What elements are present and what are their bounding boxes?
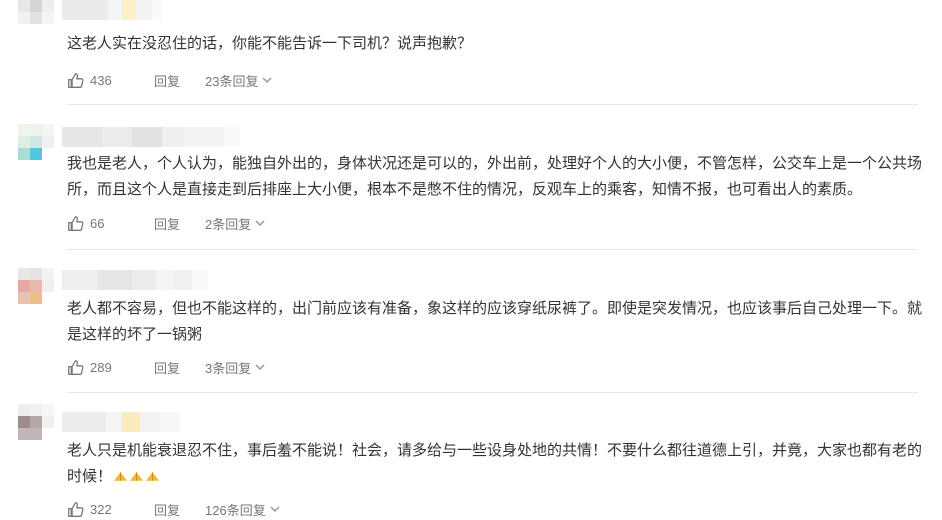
reply-button[interactable]: 回复 [154,214,205,233]
like-count: 66 [90,215,105,231]
comment-actions: 289 回复 3条回复 [67,357,265,377]
divider [67,249,918,250]
folded-hands-emoji [145,472,160,481]
comment-text: 这老人实在没忍住的话，你能不能告诉一下司机？说声抱歉？ [67,35,473,52]
divider [67,392,918,393]
reply-button[interactable]: 回复 [154,500,205,519]
comment-item: 老人只是机能衰退忍不住，事后羞不能说！社会，请多给与一些设身处地的共情！不要什么… [0,404,942,520]
replies-count: 126条回复 [205,502,266,518]
chevron-down-icon [262,77,272,84]
avatar[interactable] [18,404,54,440]
comment-text: 老人只是机能衰退忍不住，事后羞不能说！社会，请多给与一些设身处地的共情！不要什么… [67,438,927,490]
like-count: 289 [90,359,112,375]
chevron-down-icon [270,506,280,513]
comment-text: 老人都不容易，但也不能这样的，出门前应该有准备，象这样的应该穿纸尿裤了。即使是突… [67,300,923,343]
like-count: 436 [90,72,112,88]
emoji-group [112,468,160,485]
folded-hands-emoji [129,472,144,481]
replies-count: 23条回复 [205,73,259,89]
avatar[interactable] [18,0,54,36]
view-replies-button[interactable]: 3条回复 [205,358,265,377]
replies-count: 3条回复 [205,360,252,376]
reply-button[interactable]: 回复 [154,71,205,90]
thumbs-up-icon [68,359,84,375]
username-blurred[interactable] [62,0,162,20]
folded-hands-emoji [113,472,128,481]
avatar[interactable] [18,268,54,304]
thumbs-up-icon [68,215,84,231]
like-button[interactable]: 436 [67,72,154,89]
comment-text-content: 老人只是机能衰退忍不住，事后羞不能说！社会，请多给与一些设身处地的共情！不要什么… [67,442,923,485]
reply-button[interactable]: 回复 [154,358,205,377]
comment-item: 我也是老人，个人认为，能独自外出的，身体状况还是可以的，外出前，处理好个人的大小… [0,124,942,249]
chevron-down-icon [255,220,265,227]
comment-text: 我也是老人，个人认为，能独自外出的，身体状况还是可以的，外出前，处理好个人的大小… [67,155,923,198]
view-replies-button[interactable]: 126条回复 [205,500,280,519]
avatar[interactable] [18,124,54,160]
username-blurred[interactable] [62,412,180,432]
view-replies-button[interactable]: 23条回复 [205,71,272,90]
like-button[interactable]: 289 [67,359,154,376]
comment-item: 老人都不容易，但也不能这样的，出门前应该有准备，象这样的应该穿纸尿裤了。即使是突… [0,268,942,393]
thumbs-up-icon [68,501,84,517]
comment-actions: 322 回复 126条回复 [67,499,280,519]
replies-count: 2条回复 [205,216,252,232]
username-blurred[interactable] [62,127,240,147]
like-count: 322 [90,501,112,517]
view-replies-button[interactable]: 2条回复 [205,214,265,233]
like-button[interactable]: 66 [67,215,154,232]
comment-actions: 66 回复 2条回复 [67,213,265,233]
like-button[interactable]: 322 [67,501,154,518]
comment-actions: 436 回复 23条回复 [67,70,272,90]
thumbs-up-icon [68,72,84,88]
comment-item: 这老人实在没忍住的话，你能不能告诉一下司机？说声抱歉？ 436 回复 23条回复 [0,0,942,105]
username-blurred[interactable] [62,270,208,290]
divider [67,104,918,105]
chevron-down-icon [255,364,265,371]
